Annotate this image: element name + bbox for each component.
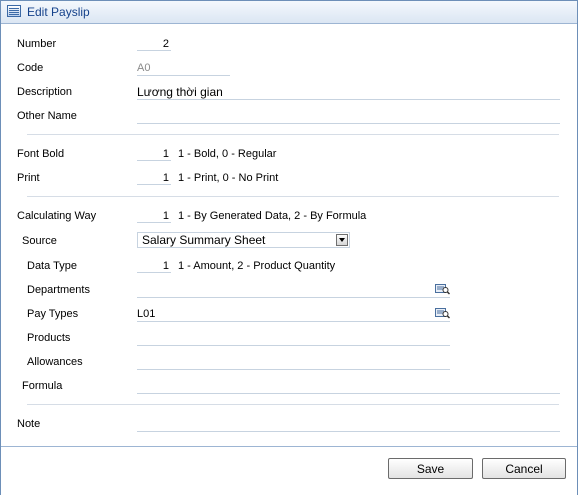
source-label: Source [22, 235, 57, 247]
edit-payslip-dialog: Edit Payslip Number 2 Code A0 Descriptio… [0, 0, 578, 495]
code-input[interactable]: A0 [137, 61, 230, 76]
font-bold-hint: 1 - Bold, 0 - Regular [178, 148, 277, 160]
products-label: Products [27, 332, 71, 344]
departments-label: Departments [27, 284, 90, 296]
print-input[interactable]: 1 [137, 171, 171, 185]
print-label: Print [17, 172, 40, 184]
source-selected-value: Salary Summary Sheet [142, 233, 266, 247]
dialog-title: Edit Payslip [27, 5, 90, 19]
lookup-icon[interactable] [435, 283, 450, 295]
description-label: Description [17, 86, 73, 98]
formula-input[interactable] [137, 379, 560, 394]
calculating-way-label: Calculating Way [17, 210, 97, 222]
calculating-way-hint: 1 - By Generated Data, 2 - By Formula [178, 210, 367, 222]
other-name-input[interactable] [137, 109, 560, 124]
note-input[interactable] [137, 417, 560, 432]
allowances-label: Allowances [27, 356, 83, 368]
formula-label: Formula [22, 380, 63, 392]
separator [27, 196, 559, 197]
font-bold-input[interactable]: 1 [137, 147, 171, 161]
save-button[interactable]: Save [388, 458, 473, 479]
code-label: Code [17, 62, 44, 74]
font-bold-label: Font Bold [17, 148, 65, 160]
lookup-icon[interactable] [435, 307, 450, 319]
number-label: Number [17, 38, 57, 50]
print-hint: 1 - Print, 0 - No Print [178, 172, 279, 184]
separator [27, 134, 559, 135]
note-label: Note [17, 418, 41, 430]
title-bar[interactable]: Edit Payslip [1, 1, 577, 24]
table-icon [7, 5, 21, 17]
description-input[interactable]: Lương thời gian [137, 85, 560, 100]
number-input[interactable]: 2 [137, 37, 171, 51]
dialog-footer: Save Cancel [1, 446, 577, 495]
data-type-input[interactable]: 1 [137, 259, 171, 273]
cancel-button[interactable]: Cancel [482, 458, 566, 479]
source-select[interactable]: Salary Summary Sheet [137, 232, 350, 248]
other-name-label: Other Name [17, 110, 77, 122]
chevron-down-icon[interactable] [336, 234, 348, 246]
allowances-input[interactable] [137, 355, 450, 370]
data-type-label: Data Type [27, 260, 77, 272]
separator [27, 404, 559, 405]
data-type-hint: 1 - Amount, 2 - Product Quantity [178, 260, 336, 272]
departments-input[interactable] [137, 283, 450, 298]
pay-types-label: Pay Types [27, 308, 79, 320]
pay-types-input[interactable]: L01 [137, 307, 450, 322]
calculating-way-input[interactable]: 1 [137, 209, 171, 223]
products-input[interactable] [137, 331, 450, 346]
